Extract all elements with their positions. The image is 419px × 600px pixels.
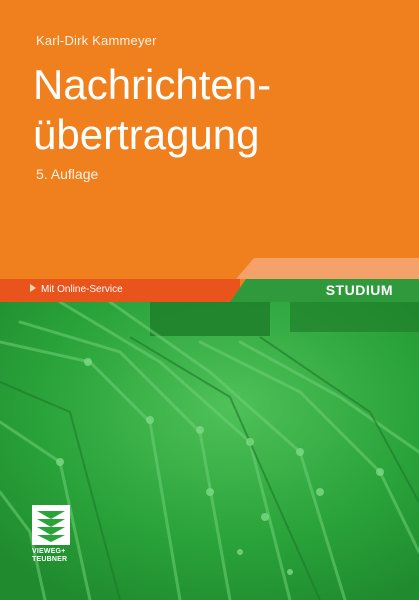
decorative-stripe <box>236 258 419 279</box>
publisher-logo-icon <box>32 505 70 545</box>
online-service-text: Mit Online-Service <box>41 284 123 295</box>
publisher-name: VIEWEG+ TEUBNER <box>32 548 70 564</box>
book-cover: Karl-Dirk Kammeyer Nachrichten- übertrag… <box>0 0 419 600</box>
triangle-bullet-icon <box>30 284 36 292</box>
book-title: Nachrichten- übertragung <box>33 60 271 160</box>
publisher-logo-mark <box>32 505 70 545</box>
publisher-logo: VIEWEG+ TEUBNER <box>32 505 70 567</box>
author-name: Karl-Dirk Kammeyer <box>36 33 157 48</box>
edition-label: 5. Auflage <box>36 166 99 182</box>
publisher-name-line-2: TEUBNER <box>32 556 68 563</box>
title-line-1: Nachrichten- <box>33 61 272 108</box>
online-service-label: Mit Online-Service <box>30 284 123 295</box>
title-line-2: übertragung <box>33 111 260 158</box>
cover-title-area: Karl-Dirk Kammeyer Nachrichten- übertrag… <box>0 0 419 279</box>
series-label: STUDIUM <box>325 282 393 298</box>
online-service-band: Mit Online-Service <box>0 279 240 302</box>
series-band: Mit Online-Service STUDIUM <box>0 279 419 302</box>
publisher-name-line-1: VIEWEG+ <box>32 548 66 555</box>
series-band-green: STUDIUM <box>230 279 419 302</box>
